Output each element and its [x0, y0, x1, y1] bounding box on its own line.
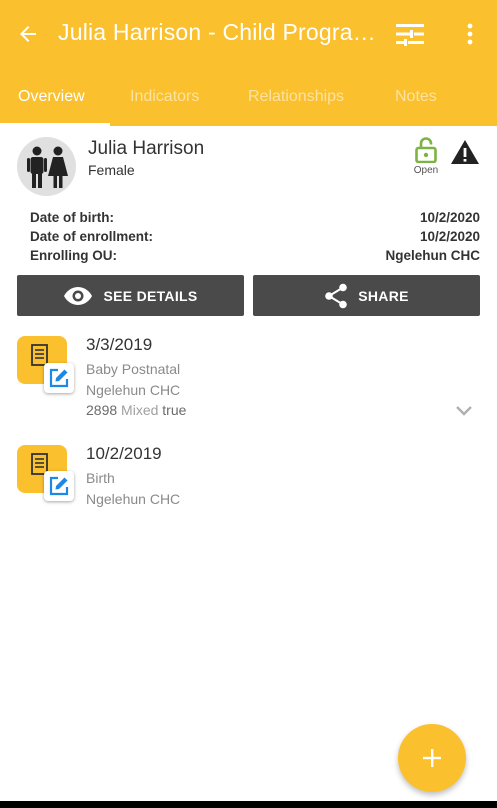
plus-icon [423, 749, 441, 767]
detail-label: Date of birth: [30, 210, 114, 225]
profile-name: Julia Harrison [88, 138, 205, 159]
event-values: 2898 Mixed true [86, 402, 186, 418]
edit-event-badge[interactable] [44, 471, 74, 501]
edit-event-badge[interactable] [44, 363, 74, 393]
edit-icon [49, 476, 69, 496]
system-nav-bar [0, 801, 497, 808]
enrollment-status[interactable]: Open [412, 137, 440, 176]
tab-bar: Overview Indicators Relationships Notes [0, 68, 497, 126]
event-date: 3/3/2019 [86, 335, 153, 354]
event-stage: Baby Postnatal [86, 361, 181, 377]
more-vert-icon [467, 23, 473, 45]
arrow-back-icon [20, 26, 36, 42]
tab-overview[interactable]: Overview [18, 88, 85, 106]
event-date: 10/2/2019 [86, 444, 162, 463]
people-icon [26, 146, 68, 188]
tab-indicator [0, 123, 110, 126]
event-value: 2898 [86, 402, 118, 418]
detail-value: 10/2/2020 [419, 210, 480, 225]
warning-button[interactable] [450, 138, 480, 166]
filter-icon [396, 24, 424, 46]
chevron-down-icon[interactable] [455, 404, 473, 418]
add-event-button[interactable] [398, 724, 466, 792]
back-button[interactable] [12, 18, 44, 50]
event-value: Mixed [121, 402, 159, 418]
edit-icon [49, 368, 69, 388]
see-details-label: SEE DETAILS [103, 287, 198, 304]
detail-value: 10/2/2020 [419, 229, 480, 244]
eye-icon [64, 286, 93, 305]
event-stage: Birth [86, 470, 115, 486]
event-org-unit: Ngelehun CHC [86, 382, 181, 398]
filter-button[interactable] [392, 18, 428, 50]
lock-open-icon [415, 137, 437, 163]
share-button[interactable]: SHARE [253, 275, 480, 316]
app-bar: Julia Harrison - Child Programme Overvie… [0, 0, 497, 126]
share-icon [325, 283, 348, 308]
detail-value: Ngelehun CHC [385, 248, 481, 263]
toolbar: Julia Harrison - Child Programme [0, 0, 497, 68]
share-label: SHARE [358, 287, 409, 304]
detail-label: Enrolling OU: [30, 248, 117, 263]
more-options-button[interactable] [456, 18, 484, 50]
profile-sex: Female [88, 162, 135, 178]
tab-indicators[interactable]: Indicators [130, 88, 199, 106]
status-label: Open [413, 165, 439, 176]
avatar [17, 137, 76, 196]
detail-label: Date of enrollment: [30, 229, 154, 244]
see-details-button[interactable]: SEE DETAILS [17, 275, 244, 316]
tab-notes[interactable]: Notes [395, 88, 437, 106]
page-title: Julia Harrison - Child Programme [58, 19, 384, 45]
event-value: true [162, 402, 187, 418]
tab-relationships[interactable]: Relationships [248, 88, 344, 106]
warning-icon [451, 140, 479, 164]
event-org-unit: Ngelehun CHC [86, 491, 181, 507]
